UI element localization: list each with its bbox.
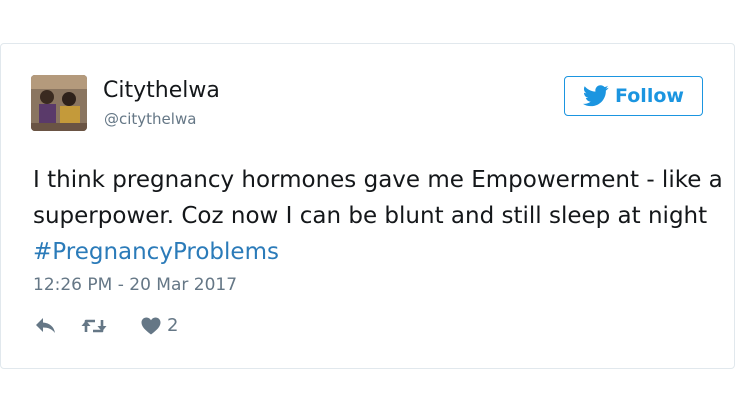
- tweet-card: Citythelwa @citythelwa Follow I think pr…: [0, 43, 735, 369]
- action-bar: 2: [35, 315, 178, 336]
- like-count: 2: [167, 315, 179, 336]
- follow-label: Follow: [615, 85, 684, 107]
- tweet-body: I think pregnancy hormones gave me Empow…: [33, 167, 723, 229]
- twitter-bird-icon: [583, 85, 609, 107]
- like-button[interactable]: 2: [141, 315, 178, 336]
- avatar[interactable]: [31, 75, 87, 131]
- reply-button[interactable]: [35, 317, 81, 335]
- hashtag-link[interactable]: #PregnancyProblems: [33, 239, 279, 265]
- follow-button[interactable]: Follow: [564, 76, 703, 116]
- timestamp[interactable]: 12:26 PM - 20 Mar 2017: [33, 275, 237, 295]
- retweet-button[interactable]: [81, 317, 141, 335]
- tweet-text: I think pregnancy hormones gave me Empow…: [33, 162, 723, 270]
- reply-icon: [36, 317, 55, 333]
- display-name[interactable]: Citythelwa: [103, 78, 220, 103]
- retweet-icon: [81, 319, 107, 332]
- heart-icon: [141, 317, 161, 334]
- user-handle[interactable]: @citythelwa: [104, 110, 196, 128]
